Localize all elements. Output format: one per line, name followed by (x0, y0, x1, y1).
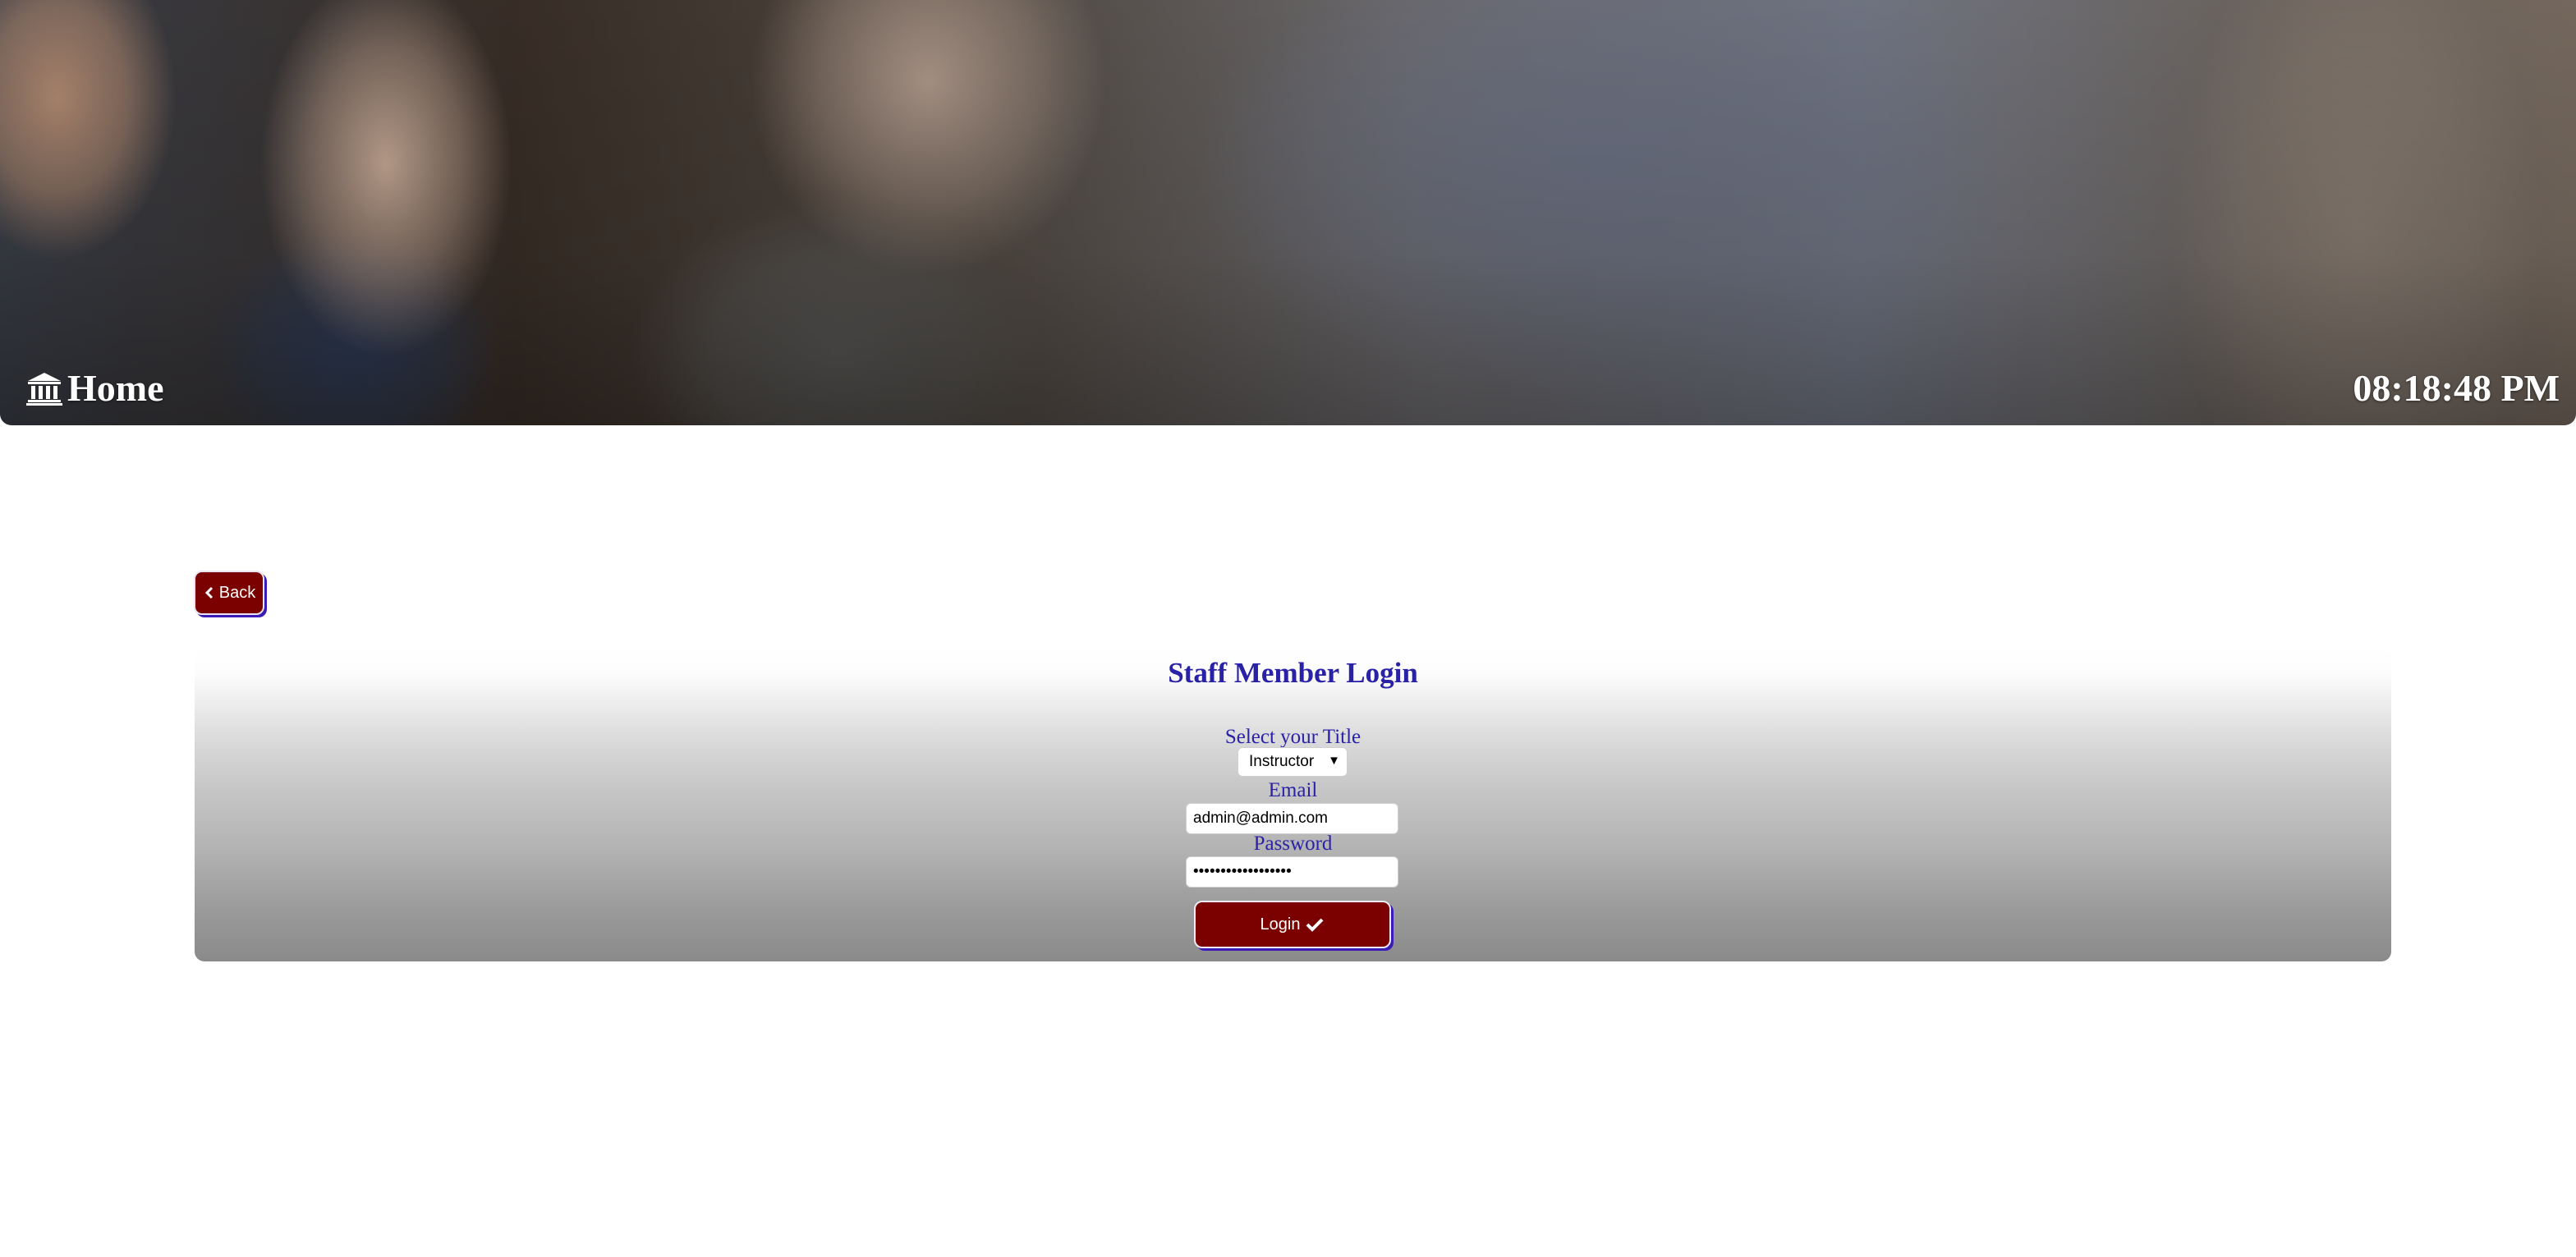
back-button-label: Back (218, 583, 256, 602)
password-field[interactable]: •••••••••••••••••• (1186, 856, 1398, 888)
title-select[interactable]: Instructor ▼ (1237, 747, 1348, 777)
bank-building-icon (26, 372, 62, 406)
login-button-label: Login (1260, 915, 1301, 934)
email-field[interactable]: admin@admin.com (1186, 803, 1398, 834)
home-label: Home (67, 367, 164, 409)
title-select-label: Select your Title (1224, 726, 1361, 748)
hero-banner: Home 08:18:48 PM (0, 0, 2576, 425)
clock-display: 08:18:48 PM (2353, 367, 2560, 409)
chevron-left-icon (204, 586, 213, 599)
checkmark-icon (1306, 918, 1324, 932)
login-panel: Staff Member Login Select your Title Ins… (195, 649, 2391, 961)
back-button[interactable]: Back (194, 571, 264, 615)
title-select-value: Instructor (1249, 753, 1315, 770)
password-label: Password (1253, 833, 1333, 855)
login-button[interactable]: Login (1194, 901, 1391, 948)
email-label: Email (1268, 779, 1318, 801)
page-title: Staff Member Login (1168, 657, 1418, 689)
dropdown-arrow-icon: ▼ (1328, 754, 1340, 768)
home-link[interactable]: Home (25, 366, 164, 410)
